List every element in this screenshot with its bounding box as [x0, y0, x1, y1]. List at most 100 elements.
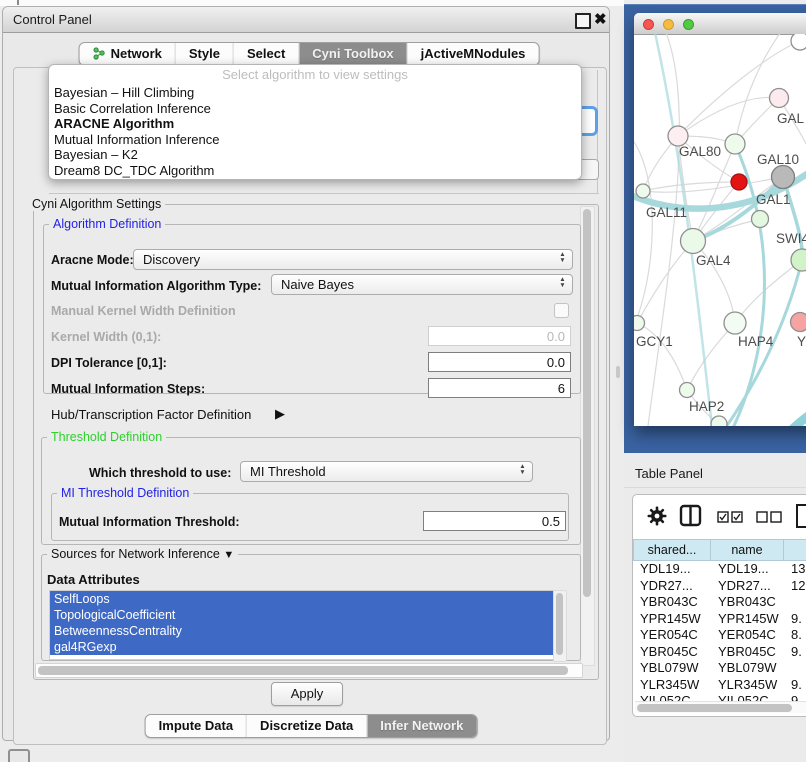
aracne-mode-combo[interactable]: Discovery ▲▼ — [133, 249, 573, 270]
network-window: GAL GAL80 GAL10 GAL11 GAL1 SWI4 GAL4 GCY… — [634, 13, 806, 426]
combo-arrows-icon: ▲▼ — [517, 464, 528, 476]
aracne-mode-label: Aracne Mode: — [51, 253, 134, 267]
table-row[interactable]: YDL19...YDL19...13 — [633, 561, 806, 578]
table-row[interactable]: YLR345WYLR345W9. — [633, 677, 806, 694]
unchecked-boxes-icon[interactable] — [756, 511, 782, 526]
mi-threshold-field[interactable]: 0.5 — [423, 511, 566, 531]
table-hscrollbar-thumb[interactable] — [637, 704, 792, 712]
table-row[interactable]: YDR27...YDR27...12 — [633, 578, 806, 595]
table-row[interactable]: YER054CYER054C8. — [633, 627, 806, 644]
mi-type-combo[interactable]: Naive Bayes ▲▼ — [271, 274, 573, 295]
columns-icon[interactable] — [679, 504, 702, 530]
network-icon — [93, 47, 106, 60]
expand-right-arrow-icon[interactable]: ▶ — [275, 406, 285, 422]
close-traffic-light-icon[interactable] — [643, 19, 654, 30]
which-threshold-combo[interactable]: MI Threshold ▲▼ — [240, 461, 533, 482]
mi-steps-field[interactable]: 6 — [428, 378, 571, 398]
checked-boxes-icon[interactable] — [717, 511, 743, 526]
dpi-tolerance-field[interactable]: 0.0 — [428, 352, 571, 372]
node-gcy1[interactable] — [634, 316, 645, 331]
hidden-groupbox-bottom — [49, 193, 599, 194]
attribute-item-selected[interactable]: TopologicalCoefficient — [50, 607, 553, 623]
attribute-list-scrollbar-thumb[interactable] — [556, 593, 563, 655]
node-gal-partial[interactable] — [770, 89, 789, 108]
node-gray[interactable] — [772, 166, 795, 189]
table-row[interactable]: YBR045CYBR045C9. — [633, 644, 806, 661]
table-body: YDL19...YDL19...13 YDR27...YDR27...12 YB… — [633, 561, 806, 702]
attribute-item-selected[interactable]: gal4RGexp — [50, 639, 553, 655]
table-row[interactable]: YPR145WYPR145W9. — [633, 611, 806, 628]
settings-scrollbar-thumb[interactable] — [583, 209, 591, 597]
algorithm-option[interactable]: Basic Correlation Inference — [49, 101, 581, 117]
zoom-traffic-light-icon[interactable] — [683, 19, 694, 30]
panel-title: Control Panel — [13, 12, 92, 27]
float-window-icon[interactable] — [575, 13, 591, 29]
collapse-down-arrow-icon[interactable]: ▼ — [223, 549, 234, 561]
algorithm-option[interactable]: Mutual Information Inference — [49, 132, 581, 148]
divider — [624, 487, 806, 488]
node-label: GAL10 — [757, 152, 799, 167]
settings-hscrollbar[interactable] — [35, 663, 583, 678]
tab-network[interactable]: Network — [80, 43, 175, 65]
algorithm-option[interactable]: Bayesian – K2 — [49, 147, 581, 163]
minimize-traffic-light-icon[interactable] — [663, 19, 674, 30]
combo-arrows-icon: ▲▼ — [557, 252, 568, 264]
settings-group-title: Cyni Algorithm Settings — [28, 197, 165, 211]
settings-scrollbar[interactable] — [580, 206, 595, 666]
tab-select[interactable]: Select — [233, 43, 298, 65]
node-gal10[interactable] — [725, 134, 745, 154]
node-table-card: shared... name YDL19...YDL19...13 YDR27.… — [632, 494, 806, 717]
column-header-name[interactable]: name — [711, 539, 784, 561]
tab-infer-network[interactable]: Infer Network — [366, 715, 476, 737]
algorithm-dropdown-list: Select algorithm to view settings Bayesi… — [48, 64, 582, 180]
node-right-green[interactable] — [791, 249, 806, 271]
column-header-shared[interactable]: shared... — [633, 539, 711, 561]
attribute-item-selected[interactable]: SelfLoops — [50, 591, 553, 607]
data-attributes-list: SelfLoops TopologicalCoefficient Between… — [49, 590, 554, 660]
tab-style[interactable]: Style — [175, 43, 233, 65]
kernel-width-label: Kernel Width (0,1): — [51, 330, 161, 344]
node-label: GAL4 — [696, 253, 731, 268]
settings-hscrollbar-thumb[interactable] — [38, 666, 568, 675]
tab-discretize-data[interactable]: Discretize Data — [246, 715, 366, 737]
column-header-cut[interactable] — [784, 539, 806, 561]
table-hscrollbar[interactable] — [635, 701, 806, 713]
tab-impute-data[interactable]: Impute Data — [146, 715, 246, 737]
manual-kernel-checkbox[interactable] — [554, 303, 569, 318]
attribute-list-scrollbar[interactable] — [553, 590, 567, 662]
document-icon[interactable] — [795, 503, 806, 532]
node-label: SWI4 — [776, 231, 806, 246]
node-hap4[interactable] — [724, 312, 746, 334]
close-icon[interactable]: ✖ — [594, 10, 607, 28]
node-gal4[interactable] — [681, 229, 706, 254]
float-panel-button[interactable] — [8, 749, 30, 762]
mi-threshold-label: Mutual Information Threshold: — [59, 515, 240, 529]
node-gal11[interactable] — [636, 184, 650, 198]
algorithm-option[interactable]: Dream8 DC_TDC Algorithm — [49, 163, 581, 179]
tab-jactivemnodules[interactable]: jActiveMNodules — [407, 43, 539, 65]
gear-icon[interactable] — [647, 506, 667, 529]
node-cut-bottom[interactable] — [711, 416, 727, 426]
node-gal80[interactable] — [668, 126, 688, 146]
node-label: Y — [797, 334, 806, 349]
tab-cyni-toolbox[interactable]: Cyni Toolbox — [298, 43, 406, 65]
node-red-selected[interactable] — [731, 174, 747, 190]
algorithm-option-selected[interactable]: ARACNE Algorithm — [49, 116, 581, 132]
node-gal1[interactable] — [752, 211, 769, 228]
splitter-handle[interactable] — [616, 366, 620, 378]
algorithm-option[interactable]: Bayesian – Hill Climbing — [49, 85, 581, 101]
node-cut-top[interactable] — [791, 34, 806, 50]
manual-kernel-label: Manual Kernel Width Definition — [51, 304, 236, 318]
attribute-item-selected[interactable]: BetweennessCentrality — [50, 623, 553, 639]
apply-button[interactable]: Apply — [271, 682, 343, 706]
table-row[interactable]: YBL079WYBL079W — [633, 660, 806, 677]
control-panel-titlebar: Control Panel ✖ — [3, 7, 609, 33]
mi-type-label: Mutual Information Algorithm Type: — [51, 279, 261, 293]
screen: Control Panel ✖ Network Style Se — [0, 0, 806, 762]
node-hap2[interactable] — [680, 383, 695, 398]
kernel-width-field[interactable]: 0.0 — [428, 326, 571, 346]
node-salmon[interactable] — [791, 313, 806, 332]
network-canvas[interactable]: GAL GAL80 GAL10 GAL11 GAL1 SWI4 GAL4 GCY… — [634, 34, 806, 426]
control-panel-window: Control Panel ✖ Network Style Se — [2, 6, 610, 741]
table-row[interactable]: YBR043CYBR043C — [633, 594, 806, 611]
